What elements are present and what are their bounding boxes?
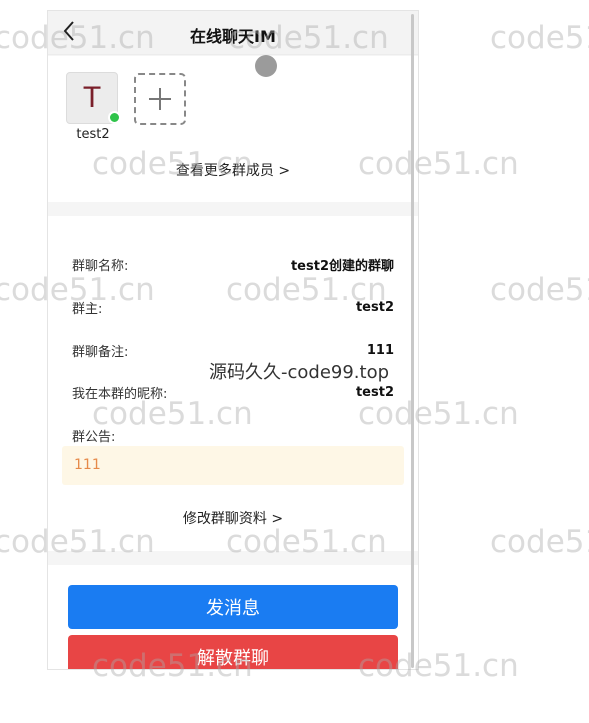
overlay-watermark-text: 源码久久-code99.top (209, 362, 390, 383)
owner-label: 群主: (72, 301, 103, 317)
send-message-button[interactable]: 发消息 (68, 585, 398, 629)
members-section: T test2 查看更多群成员 > (48, 56, 418, 202)
group-name-value: test2创建的群聊 (290, 258, 394, 274)
edit-group-link[interactable]: 修改群聊资料 > (48, 508, 418, 528)
avatar: T (66, 72, 121, 124)
touch-indicator (255, 55, 277, 77)
group-name-label: 群聊名称: (72, 258, 129, 274)
scrollbar[interactable] (411, 14, 414, 668)
watermark: code51.cn (490, 20, 589, 56)
avatar-letter: T (82, 81, 102, 114)
group-name-row: 群聊名称: test2创建的群聊 (72, 254, 394, 274)
watermark: code51.cn (490, 272, 589, 308)
remark-label: 群聊备注: (72, 344, 129, 360)
divider (48, 551, 418, 565)
add-member-button[interactable] (134, 73, 186, 125)
page-title: 在线聊天IM (190, 27, 276, 46)
member-name: test2 (76, 127, 110, 142)
nickname-value: test2 (355, 384, 394, 400)
phone-frame: 在线聊天IM T test2 查看更多群成员 > 群聊名称: test2创建的群… (47, 10, 419, 670)
divider (48, 202, 418, 216)
member-item[interactable]: T test2 (66, 72, 121, 142)
owner-row: 群主: test2 (72, 297, 394, 317)
online-status-dot (108, 111, 121, 124)
header: 在线聊天IM (48, 11, 418, 55)
watermark: code51.cn (490, 524, 589, 560)
notice-row: 群公告: (72, 425, 394, 445)
notice-content: 111 (62, 446, 404, 485)
nickname-label: 我在本群的昵称: (72, 386, 168, 402)
owner-value: test2 (355, 299, 394, 315)
actions-section: 发消息 解散群聊 (48, 565, 418, 669)
remark-row: 群聊备注: 111 (72, 340, 394, 360)
dissolve-group-button[interactable]: 解散群聊 (68, 635, 398, 669)
view-more-members-link[interactable]: 查看更多群成员 > (48, 160, 418, 180)
plus-icon (149, 88, 171, 110)
nickname-row: 我在本群的昵称: test2 (72, 382, 394, 402)
notice-label: 群公告: (72, 429, 116, 445)
remark-value: 111 (366, 342, 394, 358)
